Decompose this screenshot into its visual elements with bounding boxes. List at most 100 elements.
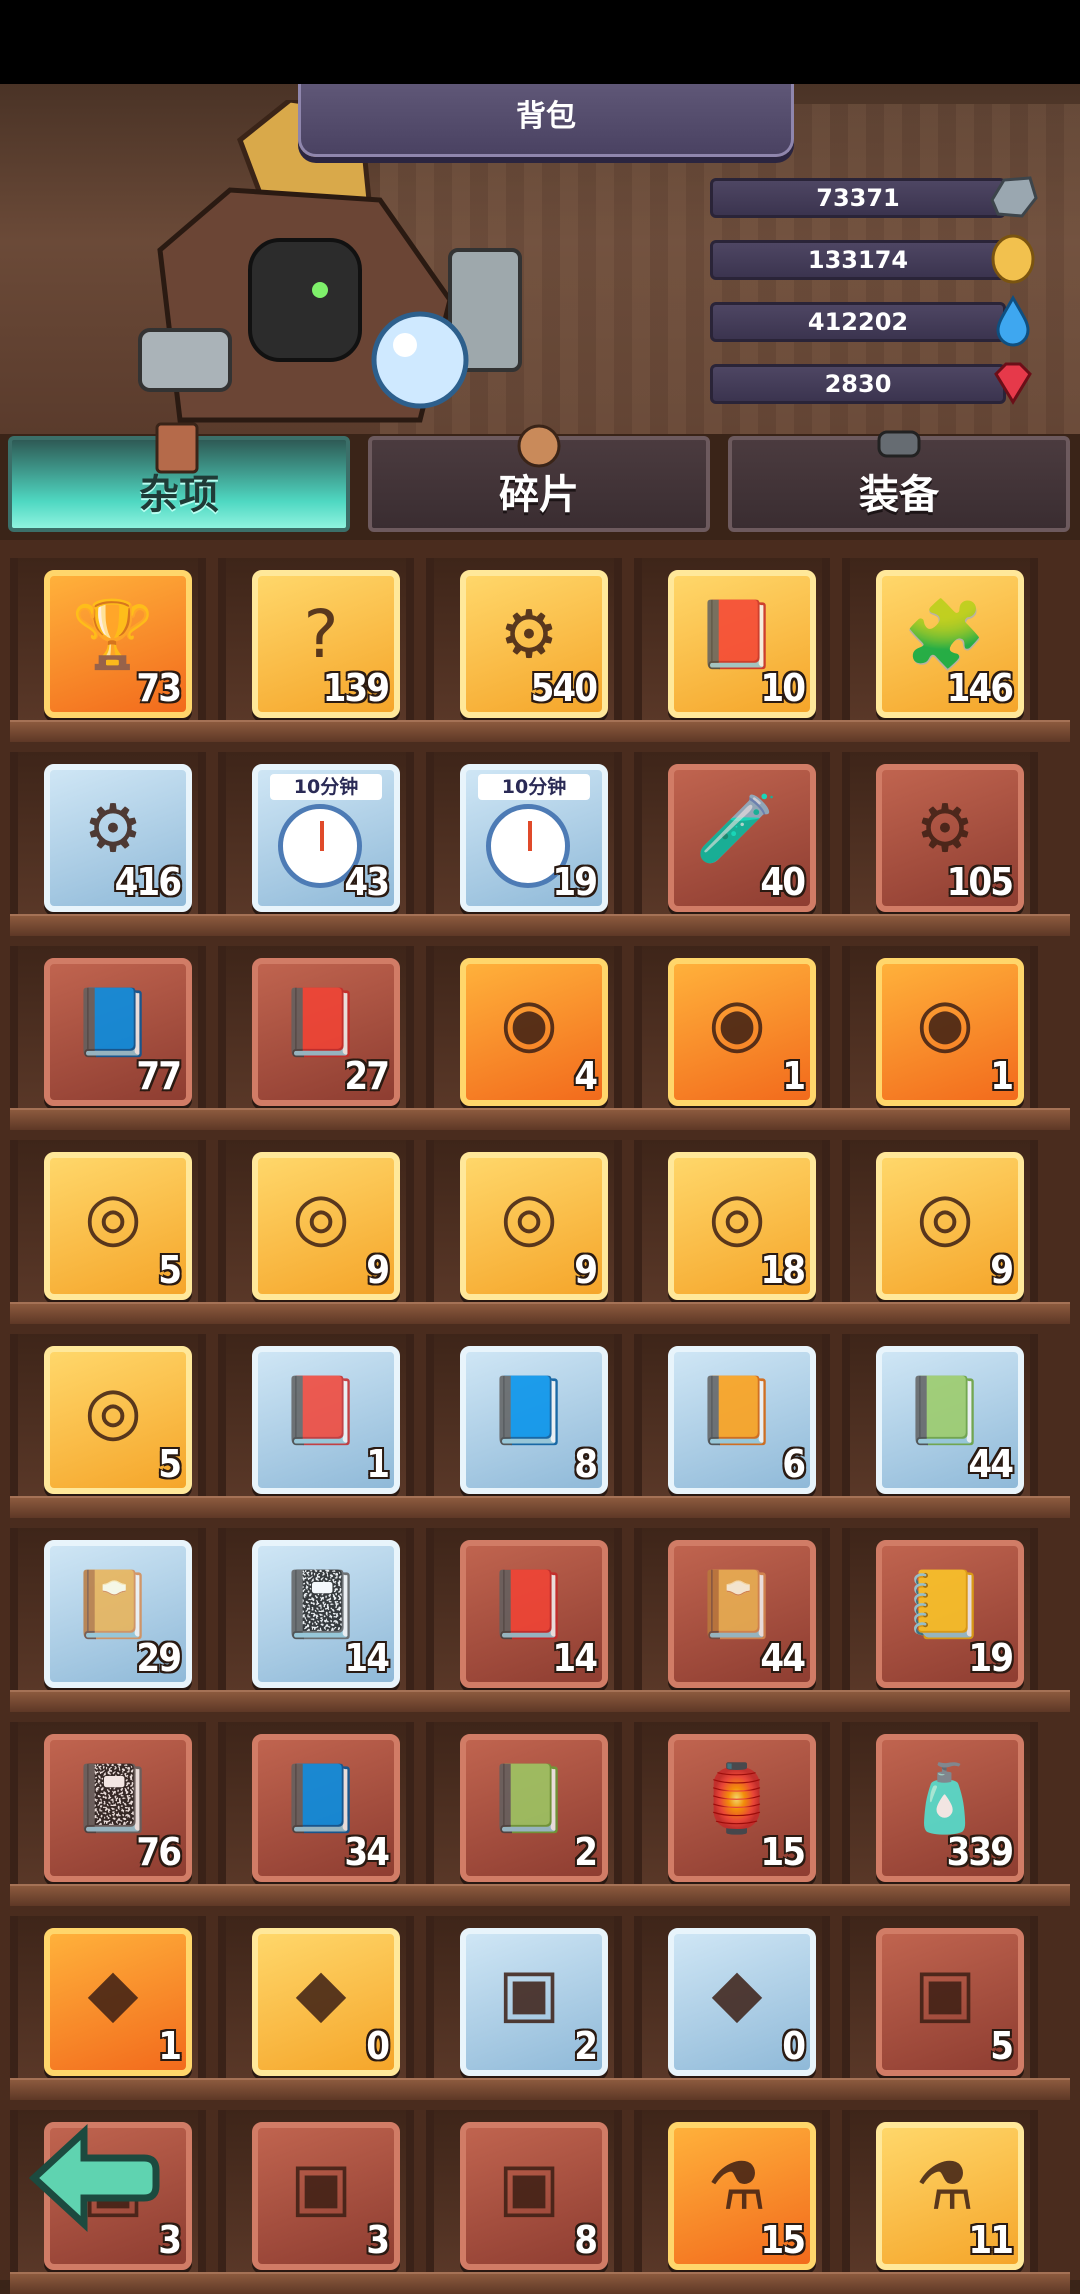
item-count: 0 <box>366 2024 390 2068</box>
inventory-slot: 📘 77 <box>10 946 206 1112</box>
inventory-item[interactable]: 10分钟 43 <box>252 764 400 912</box>
inventory-item[interactable]: 📙 6 <box>668 1346 816 1494</box>
inventory-item[interactable]: 📘 77 <box>44 958 192 1106</box>
inventory-item[interactable]: 📕 27 <box>252 958 400 1106</box>
inventory-item[interactable]: ◆ 0 <box>668 1928 816 2076</box>
resource-water: 412202 <box>710 294 1040 347</box>
item-count: 44 <box>968 1442 1014 1486</box>
inventory-item[interactable]: ▣ 8 <box>460 2122 608 2270</box>
inventory-item[interactable]: ◎ 18 <box>668 1152 816 1300</box>
inventory-item[interactable]: 10分钟 19 <box>460 764 608 912</box>
item-count: 540 <box>530 666 598 710</box>
inventory-item[interactable]: ◆ 0 <box>252 1928 400 2076</box>
inventory-item[interactable]: 🏆 73 <box>44 570 192 718</box>
inventory-item[interactable]: ◎ 5 <box>44 1346 192 1494</box>
inventory-item[interactable]: ⚗ 11 <box>876 2122 1024 2270</box>
shelf-row: 📘 77 📕 27 ◉ 4 ◉ 1 ◉ 1 <box>10 936 1070 1130</box>
inventory-item[interactable]: 📘 34 <box>252 1734 400 1882</box>
inventory-item[interactable]: 🧴 339 <box>876 1734 1024 1882</box>
inventory-item[interactable]: 📒 19 <box>876 1540 1024 1688</box>
resource-coin-value: 133174 <box>710 240 1006 280</box>
inventory-item[interactable]: ⚙ 416 <box>44 764 192 912</box>
inventory-item[interactable]: 📕 1 <box>252 1346 400 1494</box>
inventory-item[interactable]: 🧩 146 <box>876 570 1024 718</box>
inventory-item[interactable]: 🏮 15 <box>668 1734 816 1882</box>
shelf-row: ◎ 5 📕 1 📘 8 📙 6 📗 44 <box>10 1324 1070 1518</box>
inventory-slot: 📕 27 <box>218 946 414 1112</box>
item-count: 2 <box>574 2024 598 2068</box>
inventory-item[interactable]: ◆ 1 <box>44 1928 192 2076</box>
item-count: 416 <box>114 860 182 904</box>
shelf-row: ▣3▣3▣8⚗15⚗11 <box>10 2100 1070 2294</box>
inventory-item[interactable]: ⚗ 15 <box>668 2122 816 2270</box>
item-count: 15 <box>760 2218 806 2262</box>
gold-coin-icon <box>991 234 1035 284</box>
inventory-item[interactable]: ? 139 <box>252 570 400 718</box>
shelf-row: 📔 29 📓 14 📕 14 📔 44 📒 19 <box>10 1518 1070 1712</box>
hero-fragment-icon <box>517 424 561 468</box>
inventory-item[interactable]: ◎ 9 <box>252 1152 400 1300</box>
inventory-slot: 🧩 146 <box>842 558 1038 724</box>
item-count: 19 <box>552 860 598 904</box>
inventory-item[interactable]: 📗 44 <box>876 1346 1024 1494</box>
resource-gem: 2830 <box>710 360 1040 405</box>
tab-misc[interactable]: 杂项 <box>8 422 350 532</box>
book-scroll-icon <box>155 422 199 474</box>
tab-fragments[interactable]: 碎片 <box>368 424 710 532</box>
tab-equipment[interactable]: 装备 <box>728 430 1070 532</box>
back-arrow-icon[interactable] <box>24 2118 164 2238</box>
resource-water-value: 412202 <box>710 302 1006 342</box>
inventory-item[interactable]: 📕 14 <box>460 1540 608 1688</box>
item-count: 8 <box>574 2218 598 2262</box>
item-count: 40 <box>760 860 806 904</box>
inventory-item[interactable]: ▣ 5 <box>876 1928 1024 2076</box>
inventory-item[interactable]: ◎ 9 <box>876 1152 1024 1300</box>
resource-stone-value: 73371 <box>710 178 1006 218</box>
inventory-item[interactable]: ◎ 5 <box>44 1152 192 1300</box>
inventory-slot: ◉ 1 <box>842 946 1038 1112</box>
item-count: 14 <box>552 1636 598 1680</box>
inventory-item[interactable]: 📕 10 <box>668 570 816 718</box>
inventory-slot: 📓 76 <box>10 1722 206 1888</box>
inventory-slot: ◆ 1 <box>10 1916 206 2082</box>
inventory-item[interactable]: 📔 29 <box>44 1540 192 1688</box>
inventory-slot: ⚙ 105 <box>842 752 1038 918</box>
stone-icon <box>990 176 1038 218</box>
inventory-slot: ◎ 18 <box>634 1140 830 1306</box>
ruby-gem-icon <box>994 362 1032 405</box>
inventory-item[interactable]: ▣3 <box>252 2122 400 2270</box>
inventory-item[interactable]: ⚙ 105 <box>876 764 1024 912</box>
blue-tome-icon: 📘 <box>487 1372 571 1449</box>
inventory-item[interactable]: ◉ 4 <box>460 958 608 1106</box>
item-count: 29 <box>136 1636 182 1680</box>
inventory-slot: ◉ 4 <box>426 946 622 1112</box>
inventory-item[interactable]: 📓 14 <box>252 1540 400 1688</box>
card-icon: ▣ <box>497 2148 561 2225</box>
inventory-item[interactable]: 📓 76 <box>44 1734 192 1882</box>
inventory-slot: 📗 2 <box>426 1722 622 1888</box>
rainbow-shard-icon: ◆ <box>87 1954 139 2031</box>
eye-amulet-icon: ◎ <box>292 1178 350 1255</box>
inventory-item[interactable]: ◉ 1 <box>668 958 816 1106</box>
inventory-item[interactable]: 📔 44 <box>668 1540 816 1688</box>
inventory-item[interactable]: ▣ 2 <box>460 1928 608 2076</box>
inventory-slot: ▣ 2 <box>426 1916 622 2082</box>
page-title: 背包 <box>298 84 794 157</box>
item-count: 15 <box>760 1830 806 1874</box>
inventory-slot: 📗 44 <box>842 1334 1038 1500</box>
inventory-slot: ⚗ 11 <box>842 2110 1038 2276</box>
inventory-item[interactable]: 🧪 40 <box>668 764 816 912</box>
inventory-slot: ◎ 9 <box>218 1140 414 1306</box>
item-count: 27 <box>344 1054 390 1098</box>
inventory-item[interactable]: ◎ 9 <box>460 1152 608 1300</box>
inventory-item[interactable]: ⚙ 540 <box>460 570 608 718</box>
inventory-item[interactable]: ◉ 1 <box>876 958 1024 1106</box>
item-count: 6 <box>782 1442 806 1486</box>
inventory-slot: 🧪 40 <box>634 752 830 918</box>
card-icon: ▣ <box>289 2148 353 2225</box>
white-shard-icon: ◆ <box>711 1954 763 2031</box>
inventory-item[interactable]: 📘 8 <box>460 1346 608 1494</box>
inventory-item[interactable]: 📗 2 <box>460 1734 608 1882</box>
tab-fragments-label: 碎片 <box>499 472 579 518</box>
inventory-slot: ⚙ 416 <box>10 752 206 918</box>
